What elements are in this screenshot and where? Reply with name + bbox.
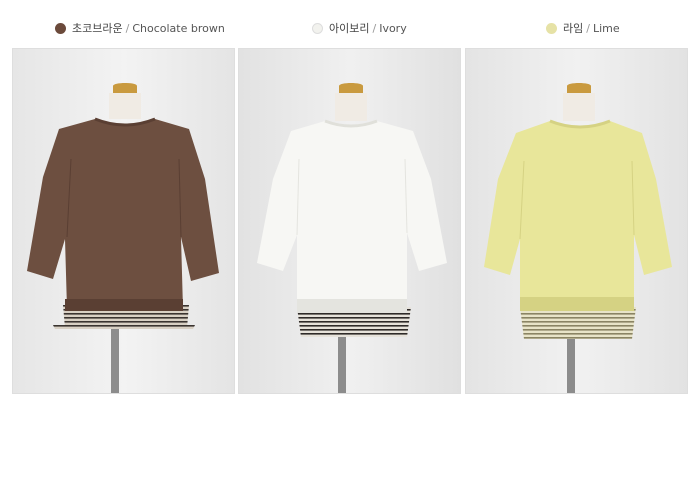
garment-illustration <box>239 49 460 393</box>
color-option-lime: 라임 / Lime <box>546 18 620 38</box>
separator: / <box>586 21 590 35</box>
garment-illustration <box>466 49 687 393</box>
product-photo-ivory <box>238 48 461 394</box>
color-option-ivory: 아이보리 / Ivory <box>312 18 407 38</box>
garment-illustration <box>13 49 234 393</box>
color-dot <box>546 22 557 34</box>
separator: / <box>125 21 130 35</box>
color-option-chocolate-brown: 초코브라운 / Chocolate brown <box>55 18 225 38</box>
product-photo-chocolate-brown <box>12 48 235 394</box>
color-name-english: Ivory <box>379 21 407 35</box>
color-dot <box>312 22 323 34</box>
product-photo-lime <box>465 48 688 394</box>
color-name-korean: 초코브라운 <box>72 22 123 35</box>
color-dot <box>55 22 66 34</box>
separator: / <box>372 21 377 35</box>
color-name-english: Lime <box>592 21 620 35</box>
color-options: 초코브라운 / Chocolate brown 아이보리 / Ivory 라임 … <box>0 18 700 38</box>
color-name-korean: 아이보리 <box>329 22 370 35</box>
color-name-korean: 라임 <box>563 22 584 35</box>
color-name-english: Chocolate brown <box>132 21 225 35</box>
